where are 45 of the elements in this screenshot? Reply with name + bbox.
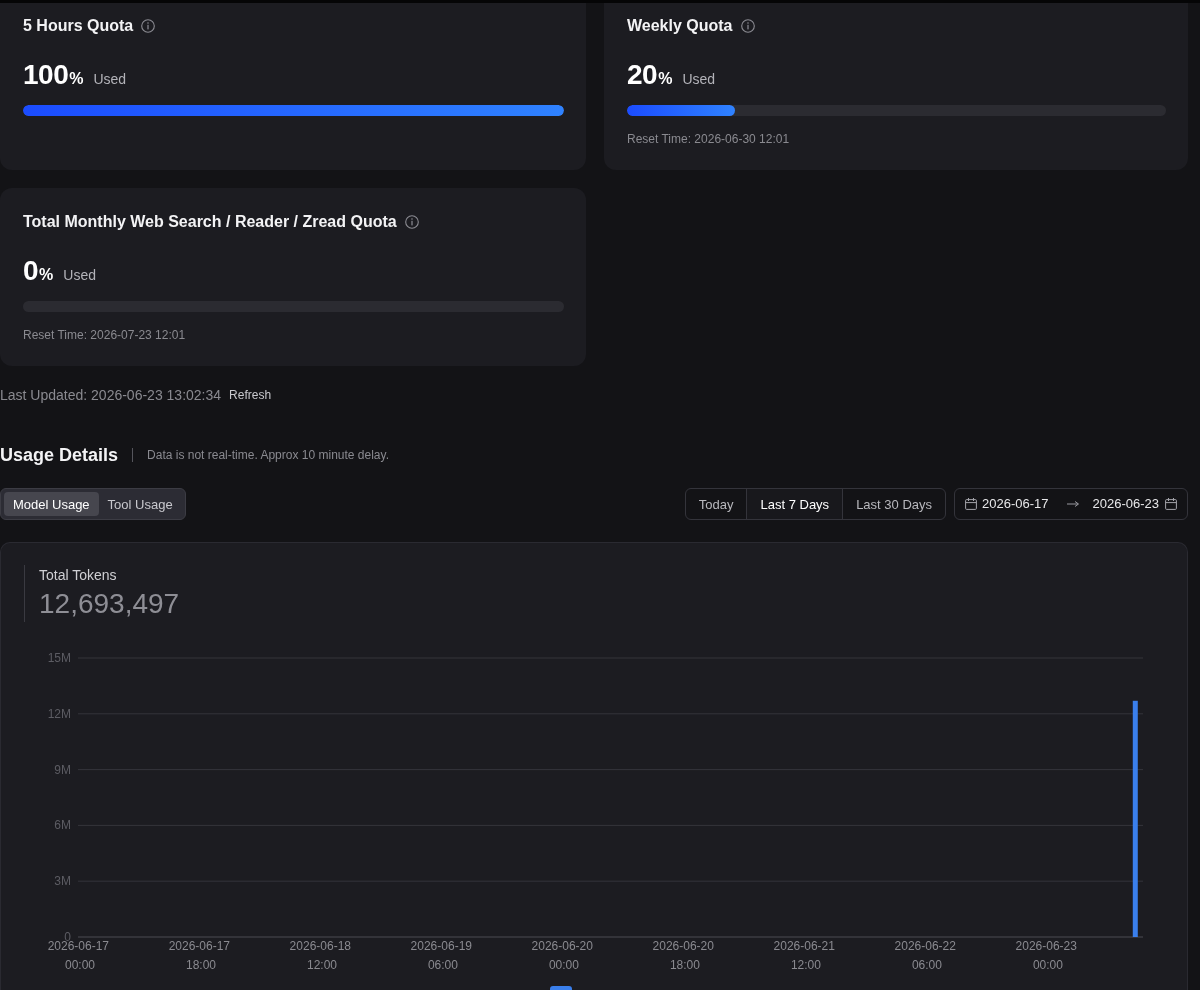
y-axis-label: 15M bbox=[47, 651, 71, 665]
info-icon[interactable] bbox=[141, 19, 156, 33]
info-icon[interactable] bbox=[404, 215, 419, 229]
total-tokens-label: Total Tokens bbox=[39, 566, 118, 585]
usage-percent: 20% bbox=[627, 58, 673, 92]
period-button[interactable]: Last 30 Days bbox=[842, 489, 945, 519]
usage-percent: 100% bbox=[23, 58, 84, 92]
used-label: Used bbox=[63, 266, 96, 284]
quota-title: 5 Hours Quota bbox=[23, 16, 134, 36]
y-axis-label: 12M bbox=[47, 706, 71, 721]
x-axis-label: 2026-06-21 12:00 bbox=[773, 939, 835, 972]
used-label: Used bbox=[93, 70, 127, 88]
calendar-icon bbox=[965, 498, 977, 510]
used-label: Used bbox=[682, 70, 716, 88]
x-axis-label: 2026-06-20 00:00 bbox=[531, 939, 593, 972]
reset-time: Reset Time: 2026-07-23 12:01 bbox=[23, 328, 187, 342]
info-icon[interactable] bbox=[740, 19, 755, 33]
end-date: 2026-06-23 bbox=[1092, 496, 1159, 512]
refresh-link[interactable]: Refresh bbox=[229, 387, 272, 403]
quota-title: Total Monthly Web Search / Reader / Zread Quota bbox=[23, 212, 397, 232]
legend-swatch-icon[interactable] bbox=[550, 986, 572, 990]
calendar-icon bbox=[1165, 498, 1177, 510]
y-axis-label: 3M bbox=[54, 874, 71, 889]
date-range-field[interactable]: 2026-06-17 2026-06-23 bbox=[954, 488, 1188, 520]
period-button[interactable]: Last 7 Days bbox=[746, 489, 843, 519]
usage-percent: 0% bbox=[23, 254, 54, 288]
total-tokens-value: 12,693,497 bbox=[39, 587, 180, 621]
quota-title: Weekly Quota bbox=[627, 16, 733, 36]
x-axis-label: 2026-06-17 18:00 bbox=[168, 939, 230, 972]
arrow-icon bbox=[1066, 501, 1079, 507]
x-axis-label: 2026-06-22 06:00 bbox=[894, 939, 956, 972]
reset-time: Reset Time: 2026-06-30 12:01 bbox=[627, 132, 791, 146]
view-tab[interactable]: Tool Usage bbox=[98, 492, 182, 516]
section-title: Usage Details bbox=[0, 444, 119, 467]
y-axis-label: 9M bbox=[54, 762, 71, 777]
period-button[interactable]: Today bbox=[685, 489, 747, 519]
last-updated-text: Last Updated: 2026-06-23 13:02:34 bbox=[0, 386, 222, 405]
delay-note: Data is not real-time. Approx 10 minute delay. bbox=[147, 447, 389, 463]
view-tab[interactable]: Model Usage bbox=[4, 492, 99, 516]
x-axis-label: 2026-06-20 18:00 bbox=[652, 939, 714, 972]
x-axis-label: 2026-06-18 12:00 bbox=[289, 939, 351, 972]
x-axis-label: 2026-06-19 06:00 bbox=[410, 939, 472, 972]
x-axis-label: 2026-06-23 00:00 bbox=[1015, 939, 1077, 972]
start-date: 2026-06-17 bbox=[982, 496, 1049, 512]
y-axis-label: 6M bbox=[54, 818, 71, 833]
